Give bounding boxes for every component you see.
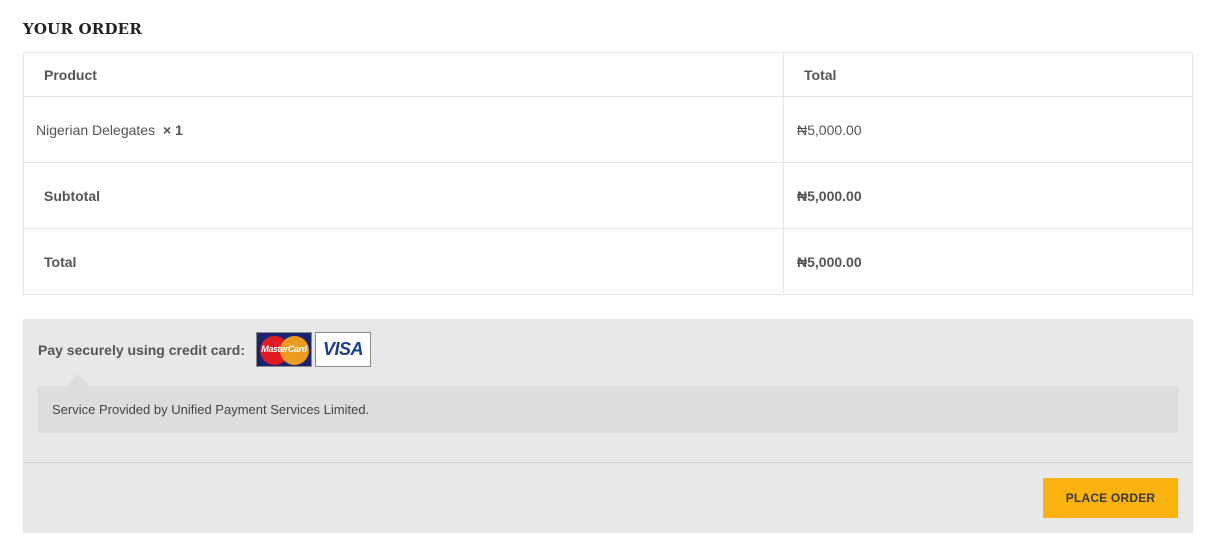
payment-panel: Pay securely using credit card: MasterCa… <box>23 319 1193 533</box>
place-order-button[interactable]: PLACE ORDER <box>1043 478 1178 518</box>
total-row: Total ₦5,000.00 <box>23 228 1193 295</box>
total-label: Total <box>23 228 784 295</box>
order-table: Product Total Nigerian Delegates × 1 ₦5,… <box>23 52 1193 295</box>
subtotal-label: Subtotal <box>23 162 784 229</box>
order-heading: YOUR ORDER <box>23 20 142 38</box>
payment-description-box: Service Provided by Unified Payment Serv… <box>38 386 1178 433</box>
product-cell: Nigerian Delegates × 1 <box>23 96 784 163</box>
product-price: ₦5,000.00 <box>783 96 1193 163</box>
product-quantity: × 1 <box>162 121 183 138</box>
payment-description: Service Provided by Unified Payment Serv… <box>52 402 370 417</box>
table-header-row: Product Total <box>23 52 1193 97</box>
subtotal-value: ₦5,000.00 <box>783 162 1193 229</box>
visa-icon: VISA <box>314 332 371 367</box>
table-row: Nigerian Delegates × 1 ₦5,000.00 <box>23 96 1193 163</box>
total-column-header: Total <box>783 52 1193 97</box>
mastercard-icon: MasterCard <box>255 332 312 367</box>
product-name: Nigerian Delegates <box>36 121 156 138</box>
payment-method-row[interactable]: Pay securely using credit card: MasterCa… <box>38 332 371 367</box>
divider <box>23 462 1193 463</box>
total-value: ₦5,000.00 <box>783 228 1193 295</box>
subtotal-row: Subtotal ₦5,000.00 <box>23 162 1193 229</box>
product-column-header: Product <box>23 52 784 97</box>
payment-method-label[interactable]: Pay securely using credit card: <box>38 342 245 358</box>
info-box-pointer <box>67 374 89 386</box>
